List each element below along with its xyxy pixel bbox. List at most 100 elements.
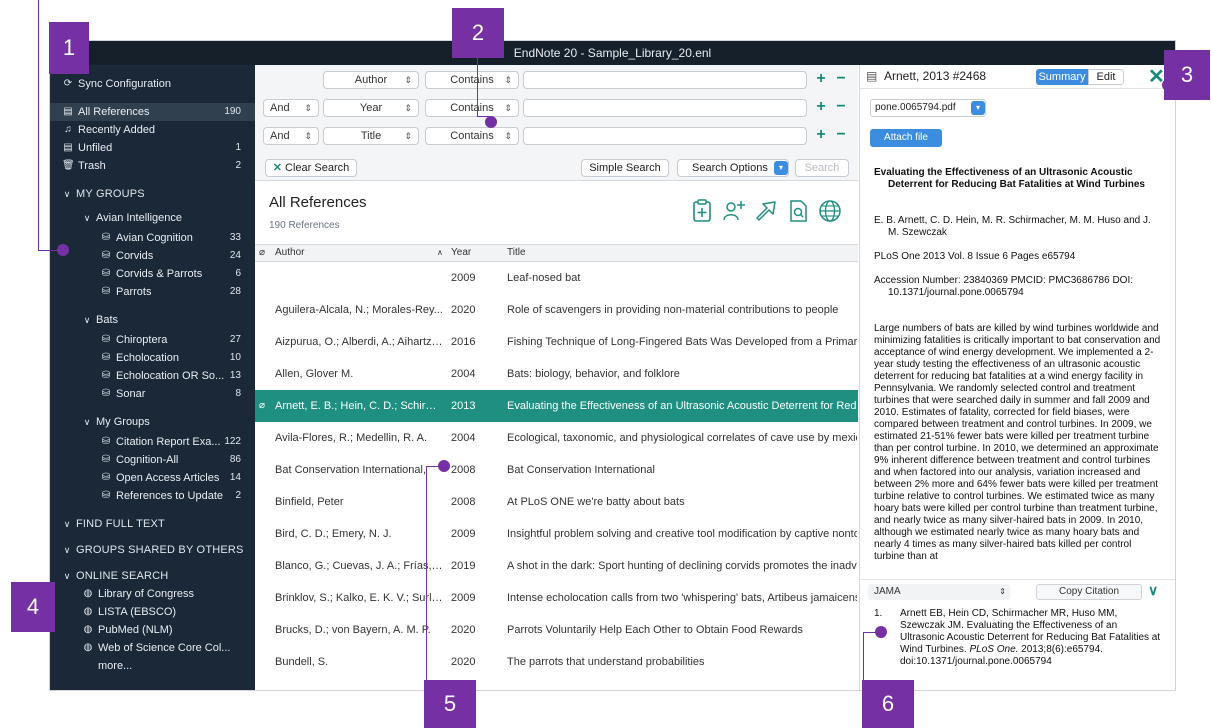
table-row[interactable]: Bat Conservation International, 2008 Bat C… xyxy=(255,454,858,486)
online-search-header[interactable]: ∨ ONLINE SEARCH xyxy=(50,567,255,585)
table-row[interactable]: Allen, Glover M. 2004 Bats: biology, behav… xyxy=(255,358,858,390)
callout-1: 1 xyxy=(49,22,89,74)
online-search-globe-icon[interactable] xyxy=(817,198,843,224)
cell-author: Allen, Glover M. xyxy=(275,368,354,380)
add-row-icon[interactable]: + xyxy=(813,127,829,145)
cell-year: 2009 xyxy=(451,528,476,540)
list-title: All References xyxy=(269,194,367,211)
attach-file-button[interactable]: Attach file xyxy=(870,129,942,147)
sidebar-item-trash[interactable]: 🗑 Trash 2 xyxy=(50,157,255,175)
pdf-select[interactable]: pone.0065794.pdf ▾ xyxy=(870,99,986,117)
online-item-pubmed[interactable]: ◍ PubMed (NLM) xyxy=(50,621,255,639)
table-row[interactable]: Aguilera-Alcala, N.; Morales-Rey... 2020 R… xyxy=(255,294,858,326)
column-author[interactable]: Author xyxy=(275,245,304,261)
search-operator-select[interactable]: Contains ⇕ xyxy=(425,127,519,145)
sort-ascending-icon: ∧ xyxy=(437,248,443,257)
group-set-avian-intelligence[interactable]: ∨ Avian Intelligence xyxy=(50,209,255,227)
search-bool-select[interactable]: And ⇕ xyxy=(263,127,319,145)
search-field-select[interactable]: Author ⇕ xyxy=(323,71,419,89)
insert-citation-icon[interactable] xyxy=(689,198,715,224)
summary-tab[interactable]: Summary xyxy=(1036,69,1088,85)
group-item[interactable]: ⛁ Parrots 28 xyxy=(50,283,255,301)
cell-title: At PLoS ONE we're batty about bats xyxy=(507,496,685,508)
group-set-bats[interactable]: ∨ Bats xyxy=(50,311,255,329)
figure-stage: EndNote 20 - Sample_Library_20.enl ⟳ Syn… xyxy=(0,0,1211,728)
table-row[interactable]: 2009 Leaf-nosed bat xyxy=(255,262,858,294)
find-full-text-header[interactable]: ∨ FIND FULL TEXT xyxy=(50,515,255,533)
table-row[interactable]: Avila-Flores, R.; Medellin, R. A. 2004 Eco… xyxy=(255,422,858,454)
remove-row-icon[interactable]: − xyxy=(833,127,849,145)
cell-year: 2016 xyxy=(451,336,476,348)
sidebar-item-recently-added[interactable]: ♫ Recently Added xyxy=(50,121,255,139)
table-row[interactable]: Brinklov, S.; Kalko, E. K. V.; Surlyk...… xyxy=(255,582,858,614)
search-button[interactable]: Search xyxy=(795,159,849,177)
search-input[interactable] xyxy=(523,99,807,117)
groups-shared-header[interactable]: ∨ GROUPS SHARED BY OTHERS xyxy=(50,541,255,559)
sync-configuration[interactable]: ⟳ Sync Configuration xyxy=(50,75,255,93)
reference-journal: PLoS One 2013 Vol. 8 Issue 6 Pages e6579… xyxy=(874,251,1076,262)
cell-year: 2020 xyxy=(451,624,476,636)
group-item[interactable]: ⛁ Avian Cognition 33 xyxy=(50,229,255,247)
search-options-button[interactable]: Search Options ▾ xyxy=(677,159,789,177)
group-item[interactable]: ⛁ Cognition-All 86 xyxy=(50,451,255,469)
simple-search-button[interactable]: Simple Search xyxy=(581,159,669,177)
table-row[interactable]: Bird, C. D.; Emery, N. J. 2009 Insightful … xyxy=(255,518,858,550)
group-set-my-groups[interactable]: ∨ My Groups xyxy=(50,413,255,431)
table-row[interactable]: Bundell, S. 2020 The parrots that understa… xyxy=(255,646,858,678)
table-row[interactable]: Binfield, Peter 2008 At PLoS ONE we're bat… xyxy=(255,486,858,518)
group-item[interactable]: ⛁ Sonar 8 xyxy=(50,385,255,403)
leader-line xyxy=(863,632,864,680)
search-input[interactable] xyxy=(523,71,807,89)
find-full-text-icon[interactable] xyxy=(785,198,811,224)
column-title[interactable]: Title xyxy=(507,245,526,261)
clear-search-button[interactable]: ✕ Clear Search xyxy=(265,159,357,177)
group-item[interactable]: ⛁ Chiroptera 27 xyxy=(50,331,255,349)
table-row[interactable]: Brucks, D.; von Bayern, A. M. P. 2020 Parr… xyxy=(255,614,858,646)
open-link-icon[interactable] xyxy=(753,198,779,224)
search-field-select[interactable]: Title ⇕ xyxy=(323,127,419,145)
group-item[interactable]: ⛁ Echolocation 10 xyxy=(50,349,255,367)
reference-authors: E. B. Arnett, C. D. Hein, M. R. Schirmac… xyxy=(874,215,1151,238)
table-row[interactable]: Aizpurua, O.; Alberdi, A.; Aihartza... 20… xyxy=(255,326,858,358)
cell-year: 2020 xyxy=(451,304,476,316)
search-bool-select[interactable]: And ⇕ xyxy=(263,99,319,117)
chevron-down-icon: ▾ xyxy=(774,161,788,175)
group-item[interactable]: ⛁ Citation Report Exa... 122 xyxy=(50,433,255,451)
remove-row-icon[interactable]: − xyxy=(833,99,849,117)
search-operator-select[interactable]: Contains ⇕ xyxy=(425,99,519,117)
group-item[interactable]: ⛁ References to Update 2 xyxy=(50,487,255,505)
search-input[interactable] xyxy=(523,127,807,145)
table-row[interactable]: ⌀ Arnett, E. B.; Hein, C. D.; Schirma... 2… xyxy=(255,390,858,422)
copy-citation-button[interactable]: Copy Citation xyxy=(1036,584,1142,600)
group-item[interactable]: ⛁ Echolocation OR So... 13 xyxy=(50,367,255,385)
updown-icon: ⇕ xyxy=(504,103,512,113)
group-item[interactable]: ⛁ Open Access Articles 14 xyxy=(50,469,255,487)
online-item-web-of-science[interactable]: ◍ Web of Science Core Col... xyxy=(50,639,255,657)
online-item-library-of-congress[interactable]: ◍ Library of Congress xyxy=(50,585,255,603)
add-row-icon[interactable]: + xyxy=(813,71,829,89)
citation-style-select[interactable]: JAMA ⇕ xyxy=(868,584,1010,600)
share-group-icon[interactable] xyxy=(721,198,747,224)
search-field-select[interactable]: Year ⇕ xyxy=(323,99,419,117)
edit-tab[interactable]: Edit xyxy=(1088,69,1124,85)
search-operator-select[interactable]: Contains ⇕ xyxy=(425,71,519,89)
cell-author: Brucks, D.; von Bayern, A. M. P. xyxy=(275,624,431,636)
column-year[interactable]: Year xyxy=(451,245,471,261)
cell-title: The parrots that understand probabilitie… xyxy=(507,656,705,668)
table-row[interactable]: Blanco, G.; Cuevas, J. A.; Frías, O... 20… xyxy=(255,550,858,582)
add-row-icon[interactable]: + xyxy=(813,99,829,117)
chevron-down-icon: ∨ xyxy=(83,417,91,427)
group-item[interactable]: ⛁ Corvids 24 xyxy=(50,247,255,265)
online-item-more[interactable]: more... xyxy=(50,657,255,675)
sidebar-item-all-references[interactable]: ▤ All References 190 xyxy=(50,103,255,121)
online-item-lista[interactable]: ◍ LISTA (EBSCO) xyxy=(50,603,255,621)
my-groups-header[interactable]: ∨ MY GROUPS xyxy=(50,185,255,203)
cell-title: Ecological, taxonomic, and physiological… xyxy=(507,432,857,444)
group-item[interactable]: ⛁ Corvids & Parrots 6 xyxy=(50,265,255,283)
updown-icon: ⇕ xyxy=(304,131,312,141)
sidebar-item-unfiled[interactable]: ▤ Unfiled 1 xyxy=(50,139,255,157)
remove-row-icon[interactable]: − xyxy=(833,71,849,89)
callout-marker xyxy=(57,244,69,256)
chevron-down-icon[interactable]: ∨ xyxy=(1148,582,1158,599)
callout-marker xyxy=(875,626,887,638)
